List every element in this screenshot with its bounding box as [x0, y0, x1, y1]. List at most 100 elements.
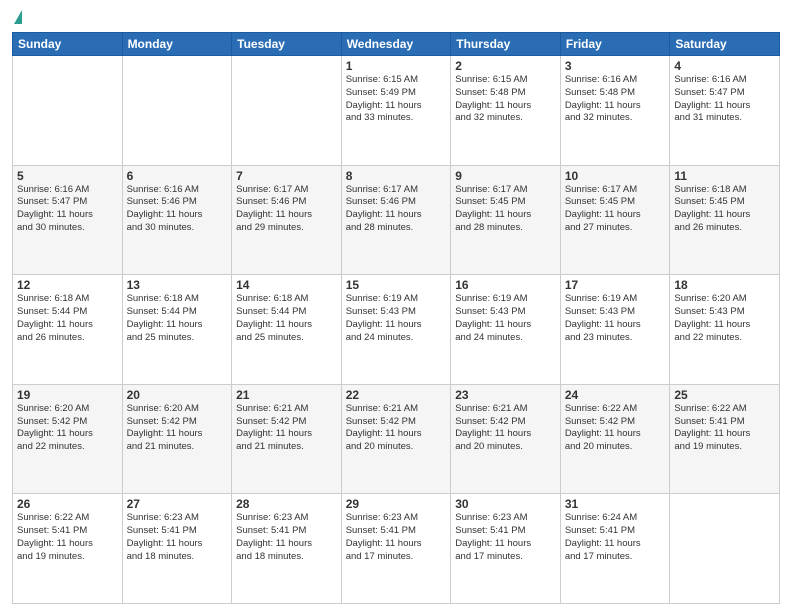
- calendar-cell: [122, 56, 232, 166]
- calendar-week-row: 26Sunrise: 6:22 AM Sunset: 5:41 PM Dayli…: [13, 494, 780, 604]
- weekday-header-friday: Friday: [560, 33, 670, 56]
- calendar-cell: 23Sunrise: 6:21 AM Sunset: 5:42 PM Dayli…: [451, 384, 561, 494]
- calendar-cell: 7Sunrise: 6:17 AM Sunset: 5:46 PM Daylig…: [232, 165, 342, 275]
- calendar-cell: 20Sunrise: 6:20 AM Sunset: 5:42 PM Dayli…: [122, 384, 232, 494]
- day-number: 17: [565, 278, 666, 292]
- day-info: Sunrise: 6:17 AM Sunset: 5:45 PM Dayligh…: [455, 184, 556, 235]
- day-info: Sunrise: 6:15 AM Sunset: 5:49 PM Dayligh…: [346, 74, 447, 125]
- day-info: Sunrise: 6:22 AM Sunset: 5:41 PM Dayligh…: [17, 512, 118, 563]
- logo-triangle-icon: [14, 10, 22, 24]
- day-info: Sunrise: 6:17 AM Sunset: 5:45 PM Dayligh…: [565, 184, 666, 235]
- calendar-cell: 6Sunrise: 6:16 AM Sunset: 5:46 PM Daylig…: [122, 165, 232, 275]
- day-info: Sunrise: 6:21 AM Sunset: 5:42 PM Dayligh…: [236, 403, 337, 454]
- day-info: Sunrise: 6:19 AM Sunset: 5:43 PM Dayligh…: [346, 293, 447, 344]
- page: SundayMondayTuesdayWednesdayThursdayFrid…: [0, 0, 792, 612]
- day-number: 16: [455, 278, 556, 292]
- day-info: Sunrise: 6:22 AM Sunset: 5:42 PM Dayligh…: [565, 403, 666, 454]
- day-info: Sunrise: 6:20 AM Sunset: 5:43 PM Dayligh…: [674, 293, 775, 344]
- day-number: 22: [346, 388, 447, 402]
- calendar-cell: 10Sunrise: 6:17 AM Sunset: 5:45 PM Dayli…: [560, 165, 670, 275]
- day-number: 28: [236, 497, 337, 511]
- day-number: 31: [565, 497, 666, 511]
- weekday-header-tuesday: Tuesday: [232, 33, 342, 56]
- calendar-cell: 29Sunrise: 6:23 AM Sunset: 5:41 PM Dayli…: [341, 494, 451, 604]
- calendar-cell: 19Sunrise: 6:20 AM Sunset: 5:42 PM Dayli…: [13, 384, 123, 494]
- day-number: 20: [127, 388, 228, 402]
- calendar-week-row: 12Sunrise: 6:18 AM Sunset: 5:44 PM Dayli…: [13, 275, 780, 385]
- calendar-cell: 11Sunrise: 6:18 AM Sunset: 5:45 PM Dayli…: [670, 165, 780, 275]
- day-info: Sunrise: 6:23 AM Sunset: 5:41 PM Dayligh…: [346, 512, 447, 563]
- calendar-cell: 1Sunrise: 6:15 AM Sunset: 5:49 PM Daylig…: [341, 56, 451, 166]
- day-info: Sunrise: 6:18 AM Sunset: 5:44 PM Dayligh…: [17, 293, 118, 344]
- calendar-cell: 5Sunrise: 6:16 AM Sunset: 5:47 PM Daylig…: [13, 165, 123, 275]
- day-info: Sunrise: 6:17 AM Sunset: 5:46 PM Dayligh…: [346, 184, 447, 235]
- calendar-cell: 14Sunrise: 6:18 AM Sunset: 5:44 PM Dayli…: [232, 275, 342, 385]
- day-number: 12: [17, 278, 118, 292]
- day-number: 1: [346, 59, 447, 73]
- calendar-cell: 28Sunrise: 6:23 AM Sunset: 5:41 PM Dayli…: [232, 494, 342, 604]
- day-info: Sunrise: 6:20 AM Sunset: 5:42 PM Dayligh…: [127, 403, 228, 454]
- day-number: 19: [17, 388, 118, 402]
- day-info: Sunrise: 6:23 AM Sunset: 5:41 PM Dayligh…: [455, 512, 556, 563]
- day-info: Sunrise: 6:17 AM Sunset: 5:46 PM Dayligh…: [236, 184, 337, 235]
- day-number: 14: [236, 278, 337, 292]
- day-number: 2: [455, 59, 556, 73]
- calendar-week-row: 5Sunrise: 6:16 AM Sunset: 5:47 PM Daylig…: [13, 165, 780, 275]
- day-info: Sunrise: 6:15 AM Sunset: 5:48 PM Dayligh…: [455, 74, 556, 125]
- day-number: 8: [346, 169, 447, 183]
- calendar-cell: [13, 56, 123, 166]
- calendar-cell: 4Sunrise: 6:16 AM Sunset: 5:47 PM Daylig…: [670, 56, 780, 166]
- calendar-cell: 25Sunrise: 6:22 AM Sunset: 5:41 PM Dayli…: [670, 384, 780, 494]
- day-number: 29: [346, 497, 447, 511]
- day-number: 26: [17, 497, 118, 511]
- day-number: 3: [565, 59, 666, 73]
- calendar-table: SundayMondayTuesdayWednesdayThursdayFrid…: [12, 32, 780, 604]
- weekday-header-row: SundayMondayTuesdayWednesdayThursdayFrid…: [13, 33, 780, 56]
- day-number: 7: [236, 169, 337, 183]
- calendar-cell: 16Sunrise: 6:19 AM Sunset: 5:43 PM Dayli…: [451, 275, 561, 385]
- calendar-week-row: 19Sunrise: 6:20 AM Sunset: 5:42 PM Dayli…: [13, 384, 780, 494]
- weekday-header-thursday: Thursday: [451, 33, 561, 56]
- day-info: Sunrise: 6:16 AM Sunset: 5:46 PM Dayligh…: [127, 184, 228, 235]
- header: [12, 10, 780, 26]
- calendar-cell: 17Sunrise: 6:19 AM Sunset: 5:43 PM Dayli…: [560, 275, 670, 385]
- calendar-cell: 31Sunrise: 6:24 AM Sunset: 5:41 PM Dayli…: [560, 494, 670, 604]
- day-number: 18: [674, 278, 775, 292]
- weekday-header-wednesday: Wednesday: [341, 33, 451, 56]
- logo: [12, 10, 22, 26]
- calendar-cell: 21Sunrise: 6:21 AM Sunset: 5:42 PM Dayli…: [232, 384, 342, 494]
- day-info: Sunrise: 6:24 AM Sunset: 5:41 PM Dayligh…: [565, 512, 666, 563]
- day-number: 4: [674, 59, 775, 73]
- day-number: 25: [674, 388, 775, 402]
- day-info: Sunrise: 6:21 AM Sunset: 5:42 PM Dayligh…: [346, 403, 447, 454]
- day-info: Sunrise: 6:19 AM Sunset: 5:43 PM Dayligh…: [455, 293, 556, 344]
- weekday-header-sunday: Sunday: [13, 33, 123, 56]
- calendar-cell: 24Sunrise: 6:22 AM Sunset: 5:42 PM Dayli…: [560, 384, 670, 494]
- day-info: Sunrise: 6:23 AM Sunset: 5:41 PM Dayligh…: [236, 512, 337, 563]
- calendar-week-row: 1Sunrise: 6:15 AM Sunset: 5:49 PM Daylig…: [13, 56, 780, 166]
- calendar-cell: 30Sunrise: 6:23 AM Sunset: 5:41 PM Dayli…: [451, 494, 561, 604]
- day-number: 23: [455, 388, 556, 402]
- day-number: 5: [17, 169, 118, 183]
- day-number: 30: [455, 497, 556, 511]
- day-number: 24: [565, 388, 666, 402]
- day-info: Sunrise: 6:18 AM Sunset: 5:45 PM Dayligh…: [674, 184, 775, 235]
- day-number: 11: [674, 169, 775, 183]
- calendar-cell: 18Sunrise: 6:20 AM Sunset: 5:43 PM Dayli…: [670, 275, 780, 385]
- day-number: 9: [455, 169, 556, 183]
- day-number: 13: [127, 278, 228, 292]
- calendar-cell: 26Sunrise: 6:22 AM Sunset: 5:41 PM Dayli…: [13, 494, 123, 604]
- calendar-cell: 9Sunrise: 6:17 AM Sunset: 5:45 PM Daylig…: [451, 165, 561, 275]
- day-info: Sunrise: 6:18 AM Sunset: 5:44 PM Dayligh…: [236, 293, 337, 344]
- calendar-cell: 15Sunrise: 6:19 AM Sunset: 5:43 PM Dayli…: [341, 275, 451, 385]
- calendar-cell: [232, 56, 342, 166]
- day-number: 21: [236, 388, 337, 402]
- day-info: Sunrise: 6:16 AM Sunset: 5:48 PM Dayligh…: [565, 74, 666, 125]
- day-info: Sunrise: 6:20 AM Sunset: 5:42 PM Dayligh…: [17, 403, 118, 454]
- day-info: Sunrise: 6:22 AM Sunset: 5:41 PM Dayligh…: [674, 403, 775, 454]
- day-info: Sunrise: 6:21 AM Sunset: 5:42 PM Dayligh…: [455, 403, 556, 454]
- calendar-cell: 13Sunrise: 6:18 AM Sunset: 5:44 PM Dayli…: [122, 275, 232, 385]
- day-info: Sunrise: 6:16 AM Sunset: 5:47 PM Dayligh…: [674, 74, 775, 125]
- day-info: Sunrise: 6:23 AM Sunset: 5:41 PM Dayligh…: [127, 512, 228, 563]
- day-info: Sunrise: 6:18 AM Sunset: 5:44 PM Dayligh…: [127, 293, 228, 344]
